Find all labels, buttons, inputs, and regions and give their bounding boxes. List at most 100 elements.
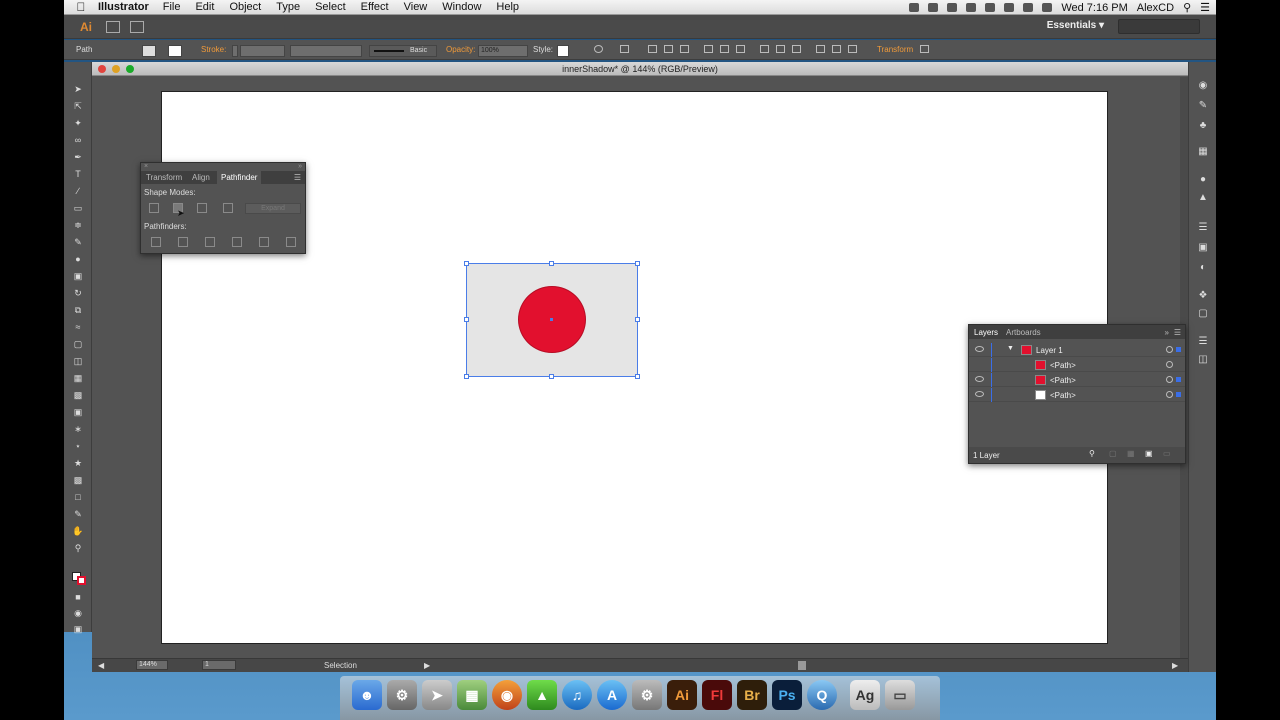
selection-handle[interactable] [549, 374, 554, 379]
menu-object[interactable]: Object [229, 1, 261, 13]
target-icon[interactable] [1166, 376, 1173, 383]
status-menu-icon[interactable]: ▶ [424, 661, 430, 670]
stroke-swatch[interactable] [168, 45, 182, 57]
isolate-icon[interactable] [920, 45, 929, 53]
selection-indicator[interactable] [1176, 377, 1181, 382]
selection-handle[interactable] [549, 261, 554, 266]
skype-icon[interactable] [928, 3, 939, 12]
panel-menu-icon[interactable]: ☰ [1174, 328, 1181, 337]
app-store-icon[interactable]: A [597, 680, 627, 710]
distribute-middle-icon[interactable] [776, 45, 785, 53]
distribute-left-icon[interactable] [816, 45, 825, 53]
selection-handle[interactable] [635, 317, 640, 322]
gradient-tool-icon[interactable]: ▣ [72, 407, 84, 417]
path-name[interactable]: <Path> [1050, 391, 1076, 400]
slice-tool-icon[interactable]: ✎ [72, 509, 84, 519]
fill-swatch[interactable] [142, 45, 156, 57]
cloud-icon[interactable] [909, 3, 920, 12]
quicktime-icon[interactable]: Q [807, 680, 837, 710]
align-to-icon[interactable] [620, 45, 629, 53]
color-mode-icon[interactable]: ■ [72, 592, 84, 602]
hand-tool-icon[interactable]: ✋ [72, 526, 84, 536]
brushes-icon[interactable]: ✎ [1197, 100, 1209, 111]
graphic-styles-icon[interactable]: ❖ [1197, 290, 1209, 301]
layer-row[interactable]: ▼ Layer 1 [969, 343, 1185, 357]
target-icon[interactable] [1166, 361, 1173, 368]
visibility-eye-icon[interactable] [975, 346, 984, 352]
font-book-icon[interactable]: Ag [850, 680, 880, 710]
stroke-weight-stepper[interactable] [232, 45, 238, 57]
search-field[interactable] [1118, 19, 1200, 34]
color-guide-icon[interactable]: ◉ [1197, 80, 1209, 91]
locate-object-icon[interactable]: ⚲ [1089, 449, 1095, 458]
panel-close-icon[interactable]: × [144, 163, 148, 170]
gradient-icon[interactable]: ▣ [1197, 242, 1209, 253]
path-name[interactable]: <Path> [1050, 361, 1076, 370]
draw-mode-icon[interactable]: ◉ [72, 608, 84, 618]
close-window-icon[interactable] [98, 65, 106, 73]
sublayer-row[interactable]: <Path> [969, 388, 1185, 402]
recolor-artwork-icon[interactable] [594, 45, 603, 53]
paintbrush-tool-icon[interactable]: ≑ [72, 220, 84, 230]
merge-button[interactable] [205, 237, 215, 247]
target-icon[interactable] [1166, 346, 1173, 353]
eraser-tool-icon[interactable]: ▣ [72, 271, 84, 281]
panel-menu-icon[interactable]: ☰ [294, 173, 301, 182]
selection-handle[interactable] [635, 261, 640, 266]
rectangle-tool-icon[interactable]: ▭ [72, 203, 84, 213]
zoom-field[interactable]: 144% [136, 660, 168, 670]
rotate-tool-icon[interactable]: ↻ [72, 288, 84, 298]
wifi-icon[interactable] [1004, 3, 1015, 12]
symbol-sprayer-tool-icon[interactable]: ★ [72, 458, 84, 468]
image-trace-icon[interactable]: ▢ [1197, 308, 1209, 319]
crop-button[interactable] [232, 237, 242, 247]
pen-tool-icon[interactable]: ✒ [72, 152, 84, 162]
system-utilities-icon[interactable]: ⚙ [387, 680, 417, 710]
target-icon[interactable] [1166, 391, 1173, 398]
new-sublayer-icon[interactable]: ▦ [1127, 449, 1135, 458]
tab-layers[interactable]: Layers [974, 328, 998, 337]
artboard-navigation-field[interactable]: 1 [202, 660, 236, 670]
disclosure-triangle-icon[interactable]: ▼ [1007, 345, 1014, 352]
preview-icon[interactable]: ▦ [457, 680, 487, 710]
finder-icon[interactable]: ☻ [352, 680, 382, 710]
direct-selection-tool-icon[interactable]: ⇱ [72, 101, 84, 111]
notification-center-icon[interactable]: ☰ [1200, 1, 1210, 14]
spotlight-icon[interactable]: ⚲ [1183, 1, 1191, 14]
status-text[interactable]: Selection [324, 661, 357, 670]
distribute-right-icon[interactable] [848, 45, 857, 53]
sublayer-row[interactable]: <Path> [969, 358, 1185, 372]
zoom-tool-icon[interactable]: ⚲ [72, 543, 84, 553]
flash-dock-icon[interactable]: Fl [702, 680, 732, 710]
tab-align[interactable]: Align [192, 173, 210, 182]
swatches-icon[interactable]: ▦ [1197, 146, 1209, 157]
minus-back-button[interactable] [286, 237, 296, 247]
menu-window[interactable]: Window [442, 1, 481, 13]
blend-tool-icon[interactable]: ⋆ [72, 441, 84, 451]
sublayer-row[interactable]: <Path> [969, 373, 1185, 387]
symbols-icon[interactable]: ♣ [1197, 120, 1209, 131]
trim-button[interactable] [178, 237, 188, 247]
unite-button[interactable] [149, 203, 159, 213]
launchpad-icon[interactable]: ➤ [422, 680, 452, 710]
selection-tool-icon[interactable]: ➤ [72, 84, 84, 94]
selection-indicator[interactable] [1176, 347, 1181, 352]
align-top-icon[interactable] [704, 45, 713, 53]
display-icon[interactable] [947, 3, 958, 12]
delete-layer-icon[interactable]: ▭ [1163, 449, 1171, 458]
volume-icon[interactable] [1023, 3, 1034, 12]
selection-handle[interactable] [464, 317, 469, 322]
panel-collapse-icon[interactable]: » [298, 163, 302, 170]
align-right-icon[interactable] [680, 45, 689, 53]
distribute-top-icon[interactable] [760, 45, 769, 53]
expand-button[interactable]: Expand [245, 203, 301, 214]
warp-tool-icon[interactable]: ≈ [72, 322, 84, 332]
zoom-window-icon[interactable] [126, 65, 134, 73]
menu-edit[interactable]: Edit [195, 1, 214, 13]
system-preferences-icon[interactable]: ⚙ [632, 680, 662, 710]
shape-builder-tool-icon[interactable]: ◫ [72, 356, 84, 366]
exclude-button[interactable] [223, 203, 233, 213]
workspace-switcher[interactable]: Essentials ▾ [1047, 20, 1104, 31]
align-left-icon[interactable] [648, 45, 657, 53]
selection-indicator[interactable] [1176, 392, 1181, 397]
